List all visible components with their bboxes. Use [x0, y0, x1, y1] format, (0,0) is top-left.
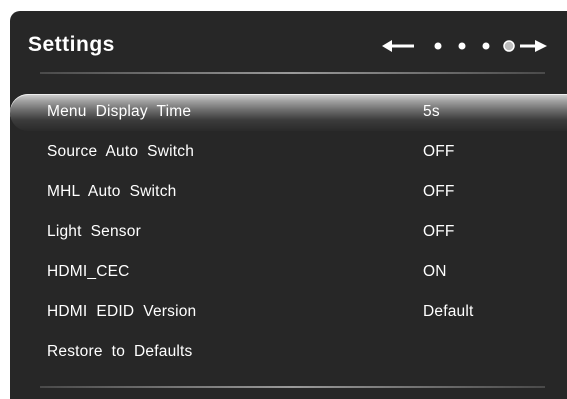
menu-item-label: Light Sensor [47, 223, 141, 240]
menu-item-label: MHL Auto Switch [47, 183, 177, 200]
menu-item-menu-display-time[interactable]: Menu Display Time 5s [10, 94, 567, 131]
menu-item-value: OFF [423, 183, 455, 200]
menu-item-value: Default [423, 303, 474, 320]
page-dot-2[interactable] [458, 42, 466, 50]
menu-item-source-auto-switch[interactable]: Source Auto Switch OFF [10, 134, 567, 171]
header-divider [40, 72, 545, 74]
arrow-right-icon[interactable] [520, 40, 547, 52]
menu-item-label: Menu Display Time [47, 103, 192, 120]
menu-item-value: OFF [423, 223, 455, 240]
menu-item-label: HDMI EDID Version [47, 303, 197, 320]
page-dot-1[interactable] [434, 42, 442, 50]
menu-item-hdmi-cec[interactable]: HDMI_CEC ON [10, 254, 567, 291]
menu-item-restore-to-defaults[interactable]: Restore to Defaults [10, 334, 567, 371]
page-title: Settings [28, 33, 115, 56]
menu-item-mhl-auto-switch[interactable]: MHL Auto Switch OFF [10, 174, 567, 211]
menu-item-value: 5s [423, 103, 440, 120]
menu-item-label: Restore to Defaults [47, 343, 193, 360]
page-navigation [382, 39, 547, 53]
menu-item-label: Source Auto Switch [47, 143, 195, 160]
menu-item-hdmi-edid-version[interactable]: HDMI EDID Version Default [10, 294, 567, 331]
menu-item-value: OFF [423, 143, 455, 160]
page-dot-3[interactable] [482, 42, 490, 50]
footer-divider [40, 386, 545, 388]
page-dot-4-active[interactable] [503, 40, 515, 52]
menu-item-label: HDMI_CEC [47, 263, 130, 280]
menu-item-value: ON [423, 263, 447, 280]
arrow-left-icon[interactable] [382, 40, 414, 52]
settings-osd-panel: Settings Menu Display Time 5s Source Aut… [10, 11, 567, 399]
menu-item-light-sensor[interactable]: Light Sensor OFF [10, 214, 567, 251]
